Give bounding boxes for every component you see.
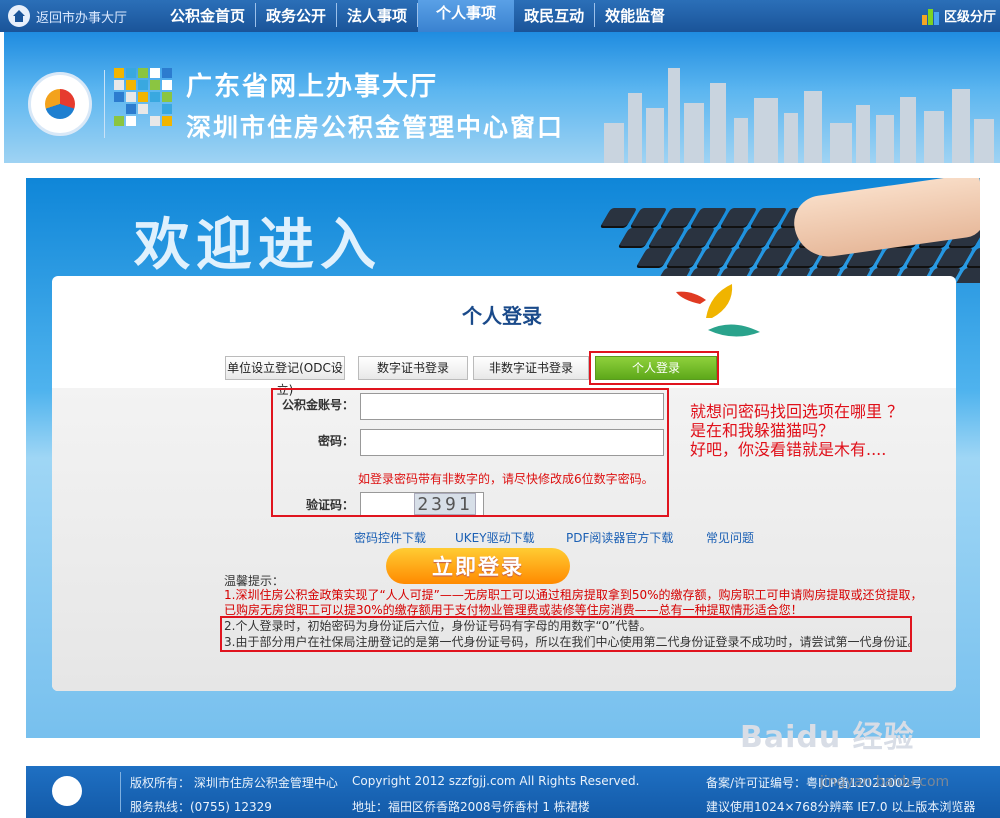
decorative-petals-icon — [676, 284, 760, 337]
top-navigation-bar: 返回市办事大厅 公积金首页 政务公开 法人事项 个人事项 政民互动 效能监督 区级分厅 — [0, 0, 1000, 32]
tips-heading: 温馨提示： — [224, 574, 285, 588]
highlight-box-tab — [589, 351, 719, 385]
district-hall-link[interactable]: 区级分厅 — [921, 6, 996, 25]
highlight-box-tips — [220, 616, 912, 652]
banner-divider — [104, 70, 105, 138]
nav-item-1[interactable]: 政务公开 — [256, 3, 338, 27]
highlight-box-form — [271, 388, 669, 517]
main-menu: 公积金首页 政务公开 法人事项 个人事项 政民互动 效能监督 — [160, 0, 675, 32]
site-banner: 广东省网上办事大厅 深圳市住房公积金管理中心窗口 — [4, 32, 1000, 163]
login-panel: 个人登录 单位设立登记(ODC设立) 数字证书登录 非数字证书登录 个人登录 公… — [52, 276, 956, 691]
link-ukey-driver[interactable]: UKEY驱动下载 — [455, 529, 535, 546]
tab-odc-registration[interactable]: 单位设立登记(ODC设立) — [225, 356, 345, 397]
back-to-hall-label: 返回市办事大厅 — [36, 10, 128, 26]
city-skyline-image — [594, 32, 1000, 163]
nav-item-2[interactable]: 法人事项 — [337, 3, 419, 27]
login-title: 个人登录 — [462, 304, 542, 328]
fund-center-logo — [114, 68, 178, 138]
footer-address: 地址：福田区侨香路2008号侨香村 1 栋裙楼 — [352, 800, 590, 814]
district-hall-label: 区级分厅 — [943, 10, 996, 25]
user-annotation: 就想问密码找回选项在哪里 ？ 是在和我躲猫猫吗？ 好吧，你没看错就是木有.... — [690, 402, 990, 459]
link-faq[interactable]: 常见问题 — [706, 529, 754, 546]
footer-copyright-owner: 版权所有： 深圳市住房公积金管理中心 — [130, 776, 338, 790]
home-icon — [8, 5, 30, 27]
tip-1-line1: 1.深圳住房公积金政策实现了“人人可提”——无房职工可以通过租房提取拿到50%的… — [224, 588, 923, 602]
tab-digital-certificate[interactable]: 数字证书登录 — [358, 356, 468, 380]
banner-title-line2: 深圳市住房公积金管理中心窗口 — [186, 113, 565, 142]
gov-hall-logo — [28, 72, 92, 136]
footer-copyright: Copyright 2012 szzfgjj.com All Rights Re… — [352, 774, 640, 788]
tab-non-digital-certificate[interactable]: 非数字证书登录 — [473, 356, 589, 380]
footer-logo — [52, 776, 82, 806]
annotation-line1: 就想问密码找回选项在哪里 ？ — [690, 402, 904, 421]
banner-title-line1: 广东省网上办事大厅 — [186, 72, 439, 102]
district-hall-icon — [921, 7, 940, 25]
footer-divider — [120, 772, 121, 812]
link-pdf-reader[interactable]: PDF阅读器官方下载 — [566, 529, 673, 546]
baidu-watermark: Baidu 经验 jingyan.baidu.com — [740, 712, 980, 802]
annotation-line2: 是在和我躲猫猫吗？ — [690, 421, 835, 440]
nav-item-4[interactable]: 政民互动 — [514, 3, 596, 27]
welcome-heading: 欢迎进入 — [134, 212, 382, 278]
annotation-line3: 好吧，你没看错就是木有.... — [690, 440, 887, 459]
login-submit-button[interactable]: 立即登录 — [386, 548, 570, 584]
nav-item-3[interactable]: 个人事项 — [418, 0, 515, 32]
watermark-url: jingyan.baidu.com — [820, 774, 950, 790]
back-to-hall-link[interactable]: 返回市办事大厅 — [8, 5, 127, 27]
nav-item-5[interactable]: 效能监督 — [595, 3, 675, 27]
nav-item-0[interactable]: 公积金首页 — [160, 3, 257, 27]
footer-hotline: 服务热线：(0755) 12329 — [130, 800, 272, 814]
keyboard-hand-image — [566, 178, 980, 283]
link-password-control[interactable]: 密码控件下载 — [354, 529, 426, 546]
watermark-brand: Baidu 经验 — [740, 720, 915, 755]
